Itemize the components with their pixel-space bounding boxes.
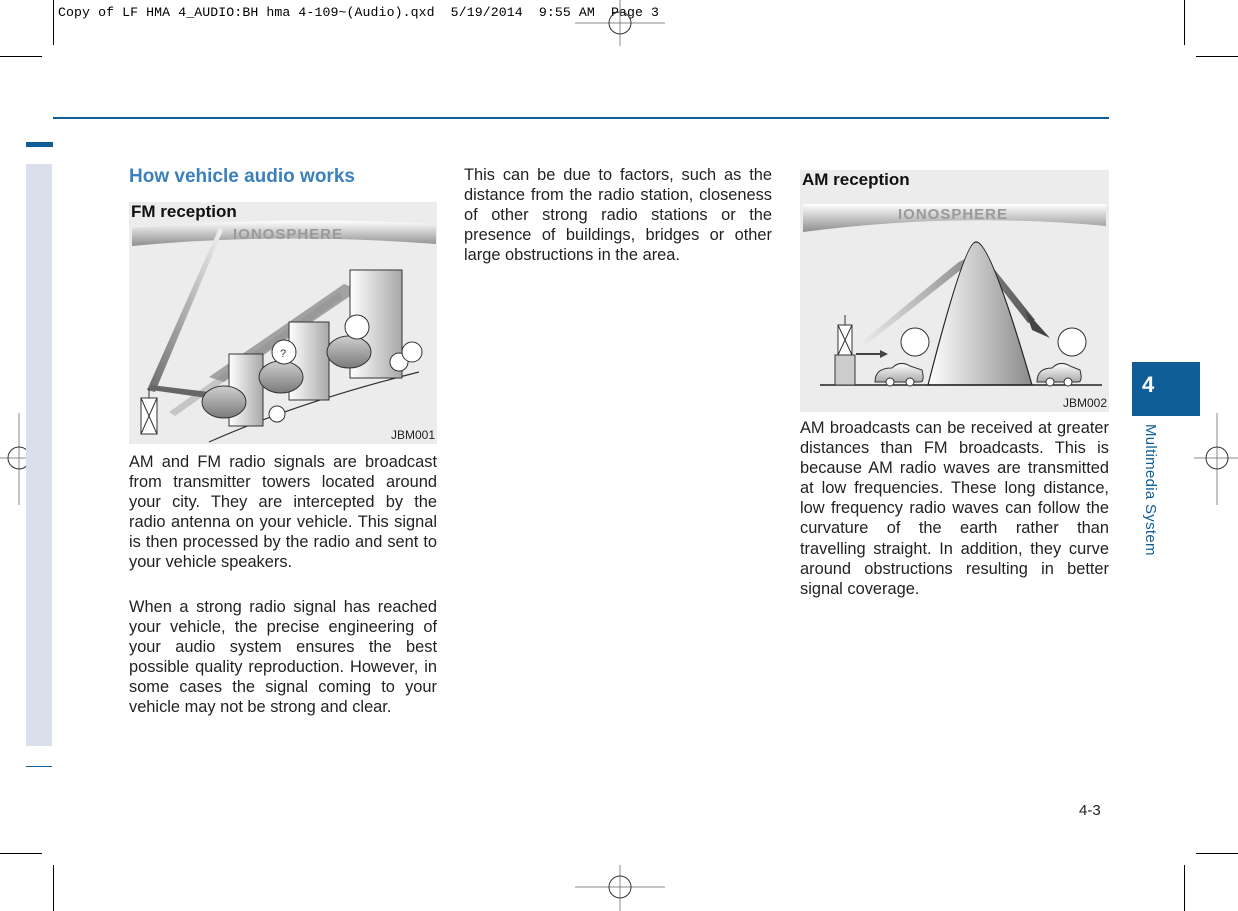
crop-mark-tr-v — [1184, 0, 1185, 45]
print-slug: Copy of LF HMA 4_AUDIO:BH hma 4-109~(Aud… — [58, 5, 660, 20]
am-reception-figure: AM reception IONOSPHERE JBM002 — [800, 170, 1109, 412]
crop-mark-br-v — [1184, 865, 1185, 911]
crop-mark-tr-h — [1196, 56, 1238, 57]
page-number: 4-3 — [1079, 802, 1101, 819]
body-paragraph: When a strong radio signal has reached y… — [129, 598, 437, 717]
chapter-tab: 4 — [1132, 362, 1200, 416]
svg-text:?: ? — [280, 348, 286, 360]
figure-code: JBM002 — [1062, 396, 1107, 410]
ionosphere-label: IONOSPHERE — [898, 206, 1009, 223]
side-tab-bottom-rule — [26, 766, 52, 767]
crop-mark-bl-h — [0, 853, 42, 854]
chapter-label: Multimedia System — [1142, 424, 1159, 556]
ionosphere-label: IONOSPHERE — [233, 226, 344, 243]
crop-mark-tl-v — [53, 0, 54, 45]
registration-mark-right — [1194, 413, 1238, 505]
fm-reception-figure: FM reception ? IONOSPHERE JBM001 — [129, 202, 437, 444]
crop-mark-br-h — [1196, 853, 1238, 854]
side-band — [26, 164, 52, 746]
body-paragraph: AM and FM radio signals are broadcast fr… — [129, 453, 437, 572]
registration-mark-top — [575, 0, 665, 46]
body-paragraph: This can be due to factors, such as the … — [464, 166, 772, 265]
side-tab-marker — [26, 142, 53, 147]
crop-mark-bl-v — [53, 865, 54, 911]
chapter-number: 4 — [1142, 372, 1155, 397]
figure-code: JBM001 — [390, 428, 435, 442]
registration-mark-bottom — [575, 865, 665, 911]
body-paragraph: AM broadcasts can be received at greater… — [800, 419, 1109, 598]
header-rule — [53, 117, 1109, 119]
section-title: How vehicle audio works — [129, 166, 355, 187]
crop-mark-tl-h — [0, 56, 42, 57]
